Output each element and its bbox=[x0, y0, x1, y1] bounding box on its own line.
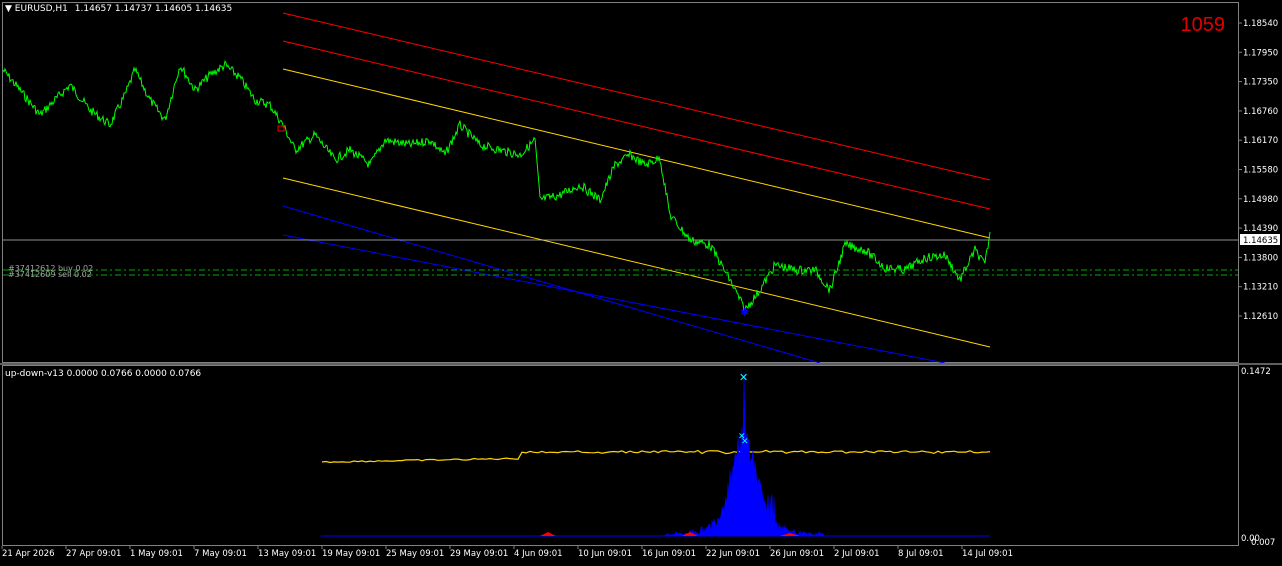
time-tick-label: 7 May 09:01 bbox=[194, 549, 247, 559]
time-tick-label: 27 Apr 09:01 bbox=[66, 549, 121, 559]
price-axis: 1.18540 1.17950 1.17350 1.16760 1.16170 1.155… bbox=[1238, 19, 1278, 322]
channel-line-blue-bottom bbox=[282, 234, 946, 364]
chart-canvas[interactable]: #37412612 buy 0.02 #37412609 sell 0.02 ✱… bbox=[0, 0, 1282, 562]
chart-menu-triangle-icon[interactable]: ▼ bbox=[5, 4, 12, 14]
time-tick-label: 1 May 09:01 bbox=[130, 549, 183, 559]
symbol-timeframe: EURUSD,H1 bbox=[14, 4, 68, 14]
low-arrow-icon: ✱ bbox=[740, 306, 749, 319]
price-tick-label: 1.13210 bbox=[1243, 283, 1278, 293]
time-axis: 21 Apr 2026 27 Apr 09:01 1 May 09:01 7 May … bbox=[1, 546, 1013, 559]
indicator-tick-max: 0.1472 bbox=[1241, 367, 1271, 377]
time-tick-label: 2 Jul 09:01 bbox=[834, 549, 880, 559]
time-tick-label: 8 Jul 09:01 bbox=[898, 549, 944, 559]
channel-line-red-top bbox=[282, 12, 991, 181]
price-tick-label: 1.17350 bbox=[1243, 78, 1278, 88]
order-label-sell: #37412609 sell 0.02 bbox=[8, 270, 92, 279]
price-line bbox=[2, 60, 991, 313]
time-tick-label: 10 Jun 09:01 bbox=[578, 549, 632, 559]
indicator-signal-line bbox=[321, 449, 991, 464]
channel-line-blue bbox=[282, 205, 821, 364]
chart-window[interactable]: #37412612 buy 0.02 #37412609 sell 0.02 ✱… bbox=[0, 0, 1282, 562]
bar-counter: 1059 bbox=[1180, 14, 1226, 36]
time-tick-label: 22 Jun 09:01 bbox=[706, 549, 760, 559]
indicator-tick-min: 0.007 bbox=[1251, 538, 1275, 548]
price-tick-label: 1.17950 bbox=[1243, 48, 1278, 58]
price-tick-label: 1.16760 bbox=[1243, 107, 1278, 117]
channel-lines bbox=[282, 12, 991, 364]
time-tick-label: 29 May 09:01 bbox=[450, 549, 508, 559]
indicator-marker-icon: ✕ bbox=[741, 437, 749, 447]
time-tick-label: 16 Jun 09:01 bbox=[642, 549, 696, 559]
time-tick-label: 14 Jul 09:01 bbox=[962, 549, 1013, 559]
price-tick-label: 1.13800 bbox=[1243, 253, 1278, 263]
price-tick-label: 1.14390 bbox=[1243, 224, 1278, 234]
price-tick-label: 1.16170 bbox=[1243, 136, 1278, 146]
indicator-pane-frame bbox=[2, 365, 1239, 546]
price-tick-label: 1.18540 bbox=[1243, 19, 1278, 29]
ohlc-values: 1.14657 1.14737 1.14605 1.14635 bbox=[74, 4, 233, 14]
current-price-label: 1.14635 bbox=[1243, 236, 1278, 246]
channel-line-yellow-top bbox=[282, 68, 991, 239]
time-tick-label: 25 May 09:01 bbox=[386, 549, 444, 559]
time-tick-label: 13 May 09:01 bbox=[258, 549, 316, 559]
chart-header: ▼ EURUSD,H1 1.14657 1.14737 1.14605 1.14… bbox=[5, 4, 232, 14]
price-tick-label: 1.14980 bbox=[1243, 195, 1278, 205]
main-pane-frame bbox=[2, 2, 1239, 363]
channel-line-red bbox=[282, 40, 991, 210]
time-tick-label: 19 May 09:01 bbox=[322, 549, 380, 559]
time-tick-label: 21 Apr 2026 bbox=[2, 549, 55, 559]
indicator-histogram bbox=[320, 372, 990, 537]
indicator-label: up-down-v13 0.0000 0.0766 0.0000 0.0766 bbox=[5, 369, 202, 379]
time-tick-label: 4 Jun 09:01 bbox=[514, 549, 563, 559]
price-tick-label: 1.12610 bbox=[1243, 312, 1278, 322]
channel-line-yellow-bottom bbox=[282, 177, 991, 348]
price-tick-label: 1.15580 bbox=[1243, 166, 1278, 176]
indicator-marker-icon: ✕ bbox=[739, 371, 748, 384]
time-tick-label: 26 Jun 09:01 bbox=[770, 549, 824, 559]
